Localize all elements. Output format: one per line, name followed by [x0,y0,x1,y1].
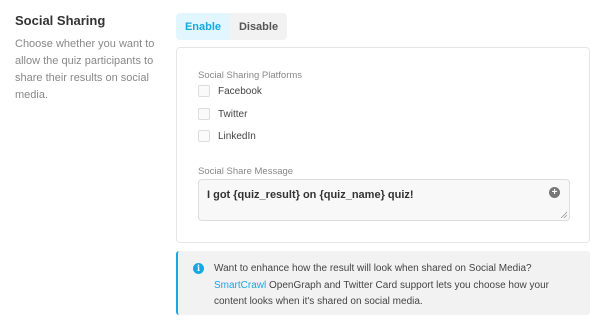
info-icon: i [193,263,204,274]
section-description: Choose whether you want to allow the qui… [15,38,155,101]
smartcrawl-notice: i Want to enhance how the result will lo… [176,251,590,315]
notice-text-before: Want to enhance how the result will look… [214,263,532,274]
share-message-value: I got {quiz_result} on {quiz_name} quiz! [207,189,414,201]
twitter-label: Twitter [218,108,248,120]
disable-button[interactable]: Disable [230,13,287,40]
linkedin-option[interactable]: LinkedIn [198,130,256,142]
section-header: Social Sharing Choose whether you want t… [15,13,165,104]
enable-button[interactable]: Enable [176,13,230,40]
share-message-textarea[interactable]: I got {quiz_result} on {quiz_name} quiz!… [198,179,570,221]
section-title: Social Sharing [15,13,106,28]
facebook-label: Facebook [218,85,262,97]
twitter-option[interactable]: Twitter [198,108,247,120]
facebook-option[interactable]: Facebook [198,85,262,97]
social-sharing-settings-panel: Social Sharing Platforms Facebook Twitte… [176,47,590,243]
enable-disable-toggle: Enable Disable [176,13,287,40]
platforms-label: Social Sharing Platforms [198,70,303,81]
share-message-label: Social Share Message [198,166,294,177]
linkedin-checkbox[interactable] [198,130,210,142]
smartcrawl-link[interactable]: SmartCrawl [214,280,266,291]
notice-text: Want to enhance how the result will look… [214,261,584,311]
add-variable-icon[interactable]: + [549,187,560,198]
linkedin-label: LinkedIn [218,130,256,142]
twitter-checkbox[interactable] [198,108,210,120]
facebook-checkbox[interactable] [198,85,210,97]
resize-handle-icon[interactable] [560,211,567,218]
